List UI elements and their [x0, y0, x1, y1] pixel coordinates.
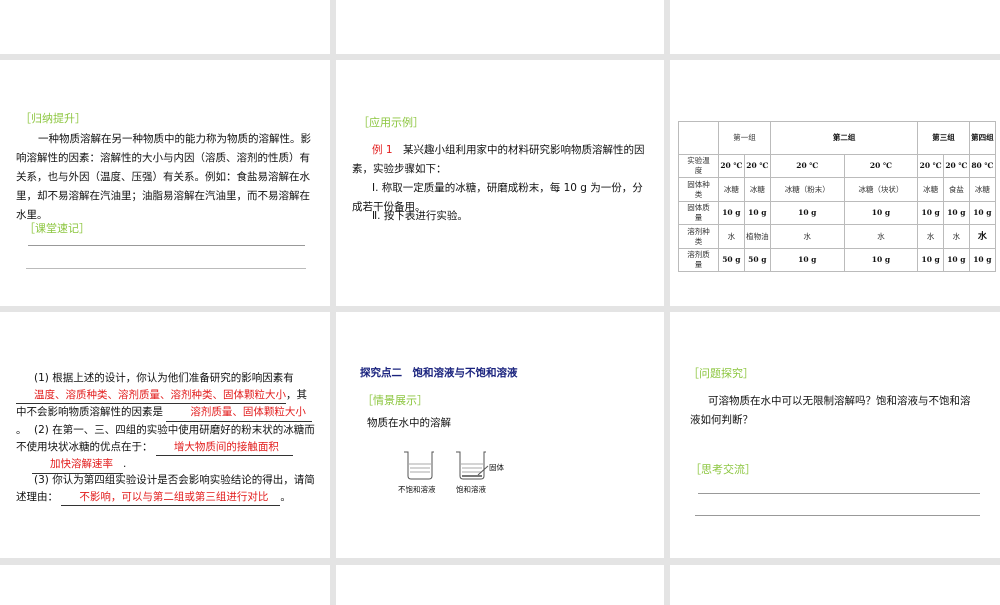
table-cell: 20 ℃ [843, 154, 919, 178]
table-cell: 冰糖（粉末） [769, 177, 845, 202]
table-cell: 10 g [917, 201, 944, 225]
table-cell: 10 g [769, 201, 845, 225]
inquiry-heading: ［问题探究］ [688, 367, 754, 380]
table-cell: 10 g [968, 248, 997, 272]
scene-caption: 物质在水中的溶解 [367, 417, 451, 429]
table-cell: 冰糖 [743, 177, 771, 202]
slide-thumbnail[interactable] [0, 565, 330, 605]
table-cell: 10 g [968, 201, 997, 225]
slide-inquiry[interactable]: ［问题探究］ 可溶物质在水中可以无限制溶解吗？饱和溶液与不饱和溶液如何判断？ ［… [670, 312, 1000, 558]
table-cell: 水 [718, 224, 745, 249]
punct: . [123, 458, 127, 470]
q2-answer-2: 加快溶解速率 [32, 456, 123, 474]
row-label: 固体质量 [678, 201, 719, 225]
table-cell: 20 ℃ [917, 154, 944, 178]
q2-answer-1: 增大物质间的接触面积 [155, 439, 293, 456]
table-cell: 10 g [917, 248, 944, 272]
question-2: (2) 在第一、三、四组的实验中使用研磨好的粉末状的冰糖而不使用块状冰糖的优点在… [16, 422, 316, 474]
table-cell: 水 [943, 224, 970, 249]
table-header-row: 第一组 第二组 第三组 第四组 [678, 121, 997, 155]
slide-thumbnail[interactable] [0, 0, 330, 54]
table-cell: 水 [843, 224, 919, 249]
induction-heading: ［归纳提升］ [20, 112, 86, 125]
table-cell: 冰糖 [968, 177, 997, 202]
table-cell: 50 g [743, 248, 771, 272]
experiment-table: 第一组 第二组 第三组 第四组 实验温度 20 ℃ 20 ℃ 20 ℃ 20 ℃ 20 ℃… [678, 121, 997, 272]
note-line [26, 268, 306, 269]
table-cell: 10 g [943, 248, 970, 272]
discuss-heading: ［思考交流］ [690, 463, 756, 476]
table-cell: 水 [968, 224, 997, 249]
group-header: 第四组 [968, 121, 997, 155]
beaker-saturated [456, 451, 486, 480]
table-cell: 食盐 [943, 177, 970, 202]
punct: 。 [280, 490, 291, 503]
table-cell: 20 ℃ [943, 154, 970, 178]
question-3: (3) 你认为第四组实验设计是否会影响实验结论的得出，请简述理由： 不影响，可以… [16, 472, 316, 506]
group-header: 第一组 [718, 121, 771, 155]
table-cell: 10 g [843, 248, 919, 272]
step-2: Ⅱ. 按下表进行实验。 [372, 210, 468, 222]
example-intro-text: 某兴趣小组利用家中的材料研究影响物质溶解性的因素，实验步骤如下： [352, 144, 645, 175]
table-row: 实验温度 20 ℃ 20 ℃ 20 ℃ 20 ℃ 20 ℃ 20 ℃ 80 ℃ [678, 154, 997, 178]
scene-heading: ［情景展示］ [362, 394, 428, 407]
notes-heading: ［课堂速记］ [24, 222, 90, 235]
slide-thumbnail[interactable] [670, 0, 1000, 54]
table-cell: 水 [917, 224, 944, 249]
row-label: 实验温度 [678, 154, 719, 178]
note-line [28, 245, 305, 246]
table-row: 溶剂种类水植物油水水水水水 [678, 224, 997, 249]
slide-questions[interactable]: (1) 根据上述的设计，你认为他们准备研究的影响因素有 温度、溶质种类、溶剂质量… [0, 312, 330, 558]
table-cell: 冰糖 [917, 177, 944, 202]
induction-paragraph: 一种物质溶解在另一种物质中的能力称为物质的溶解性。影响溶解性的因素：溶解性的大小… [16, 133, 311, 221]
table-cell: 20 ℃ [769, 154, 845, 178]
solid-label: 固体 [489, 463, 504, 472]
table-cell: 植物油 [743, 224, 771, 249]
example-heading: ［应用示例］ [358, 116, 424, 129]
table-cell: 冰糖 [718, 177, 745, 202]
q1-text: (1) 根据上述的设计，你认为他们准备研究的影响因素有 [34, 372, 294, 384]
beaker-label-saturated: 饱和溶液 [456, 485, 486, 494]
beaker-unsaturated [404, 451, 434, 480]
example-label: 例 1 [372, 144, 393, 156]
row-label: 固体种类 [678, 177, 719, 202]
slide-table[interactable]: 第一组 第二组 第三组 第四组 实验温度 20 ℃ 20 ℃ 20 ℃ 20 ℃ 20 ℃… [670, 60, 1000, 306]
table-row: 溶剂质量 50 g 50 g 10 g 10 g 10 g 10 g 10 g [678, 248, 997, 272]
note-line [698, 493, 980, 494]
table-row: 固体质量 10 g 10 g 10 g 10 g 10 g 10 g 10 g [678, 201, 997, 225]
section-title: 探究点二 饱和溶液与不饱和溶液 [360, 367, 518, 379]
slide-thumbnail[interactable] [336, 0, 664, 54]
table-cell: 50 g [718, 248, 745, 272]
group-header: 第三组 [917, 121, 970, 155]
table-cell: 10 g [769, 248, 845, 272]
slide-thumbnail[interactable] [670, 565, 1000, 605]
table-cell: 10 g [943, 201, 970, 225]
table-cell: 10 g [743, 201, 771, 225]
table-cell: 冰糖（块状） [843, 177, 919, 202]
q1-answer-1: 温度、溶质种类、溶剂质量、溶剂种类、固体颗粒大小 [16, 387, 286, 404]
table-cell: 80 ℃ [968, 154, 997, 178]
table-cell: 20 ℃ [743, 154, 771, 178]
table-cell: 20 ℃ [718, 154, 745, 178]
table-row: 固体种类 冰糖 冰糖 冰糖（粉末） 冰糖（块状） 冰糖 食盐 冰糖 [678, 177, 997, 202]
beaker-label-unsaturated: 不饱和溶液 [398, 485, 436, 494]
inquiry-question: 可溶物质在水中可以无限制溶解吗？饱和溶液与不饱和溶液如何判断？ [690, 395, 971, 426]
slide-induction[interactable]: ［归纳提升］ 一种物质溶解在另一种物质中的能力称为物质的溶解性。影响溶解性的因素… [0, 60, 330, 306]
slide-thumbnail[interactable] [336, 565, 664, 605]
group-header: 第二组 [769, 121, 919, 155]
q1-answer-2: 溶剂质量、固体颗粒大小 [166, 404, 312, 422]
row-label: 溶剂种类 [678, 224, 719, 249]
slide-explore[interactable]: 探究点二 饱和溶液与不饱和溶液 ［情景展示］ 物质在水中的溶解 固体 不饱和溶液… [336, 312, 664, 558]
table-cell: 水 [769, 224, 845, 249]
slide-example[interactable]: ［应用示例］ 例 1 某兴趣小组利用家中的材料研究影响物质溶解性的因素，实验步骤… [336, 60, 664, 306]
row-label: 溶剂质量 [678, 248, 719, 272]
table-cell: 10 g [843, 201, 919, 225]
q3-answer: 不影响，可以与第二组或第三组进行对比 [61, 489, 281, 506]
table-cell: 10 g [718, 201, 745, 225]
example-intro: 例 1 某兴趣小组利用家中的材料研究影响物质溶解性的因素，实验步骤如下： [352, 141, 652, 179]
note-line [695, 515, 980, 516]
